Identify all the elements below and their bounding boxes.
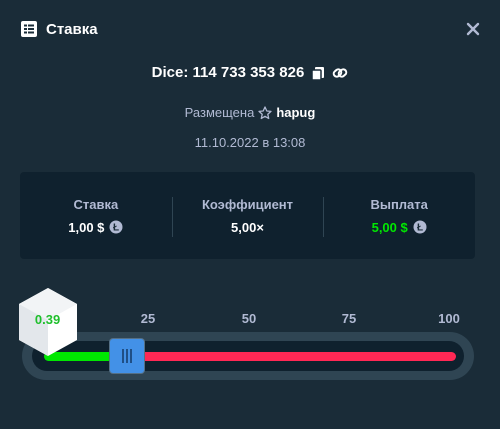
- tick-label: 50: [241, 311, 257, 326]
- tick-label: 75: [341, 311, 357, 326]
- svg-text:Ł: Ł: [417, 223, 423, 234]
- result-value: 0.39: [34, 312, 61, 327]
- stat-label: Ставка: [73, 196, 119, 212]
- star-icon: [258, 105, 272, 120]
- stat-multiplier: Коэффициент 5,00×: [171, 196, 324, 237]
- litecoin-icon: Ł: [413, 220, 427, 234]
- bet-id-row: Dice: 114 733 353 826: [0, 64, 500, 81]
- modal-title: Ставка: [46, 20, 98, 38]
- stat-value: 5,00×: [172, 220, 324, 235]
- bet-stats-panel: Ставка 1,00 $ Ł Коэффициент 5,00× Выплат…: [20, 172, 475, 259]
- modal-header: Ставка: [0, 0, 500, 58]
- bet-id-text: Dice: 114 733 353 826: [151, 64, 305, 81]
- stat-label: Коэффициент: [201, 196, 294, 212]
- stat-value: 1,00 $ Ł: [20, 220, 172, 235]
- grip-icon: [121, 348, 133, 364]
- copy-icon[interactable]: [310, 65, 326, 81]
- svg-text:Ł: Ł: [113, 223, 119, 234]
- slider-handle[interactable]: [108, 338, 145, 374]
- stat-value: 5,00 $ Ł: [323, 220, 475, 235]
- placed-by-row: Размещена hapug: [0, 105, 500, 120]
- stat-bet: Ставка 1,00 $ Ł: [20, 197, 172, 235]
- result-dice: 0.39: [17, 286, 79, 358]
- bet-datetime: 11.10.2022 в 13:08: [194, 135, 306, 150]
- slider-handle-face: [109, 339, 144, 373]
- username-link[interactable]: hapug: [276, 105, 315, 120]
- litecoin-icon: Ł: [109, 220, 123, 234]
- tick-label: 100: [438, 311, 460, 326]
- lose-range-bar: [126, 352, 456, 361]
- multiplier-value: 5,00×: [231, 219, 264, 235]
- link-icon[interactable]: [332, 65, 348, 81]
- bet-slip-icon: [20, 20, 38, 38]
- bet-amount: 1,00 $: [68, 219, 105, 235]
- stat-payout: Выплата 5,00 $ Ł: [323, 196, 475, 237]
- close-button[interactable]: [464, 20, 482, 38]
- placed-label: Размещена: [184, 105, 255, 120]
- tick-label: 25: [140, 311, 156, 326]
- payout-amount: 5,00 $: [371, 219, 408, 235]
- stat-label: Выплата: [370, 196, 428, 212]
- close-icon: [466, 22, 480, 36]
